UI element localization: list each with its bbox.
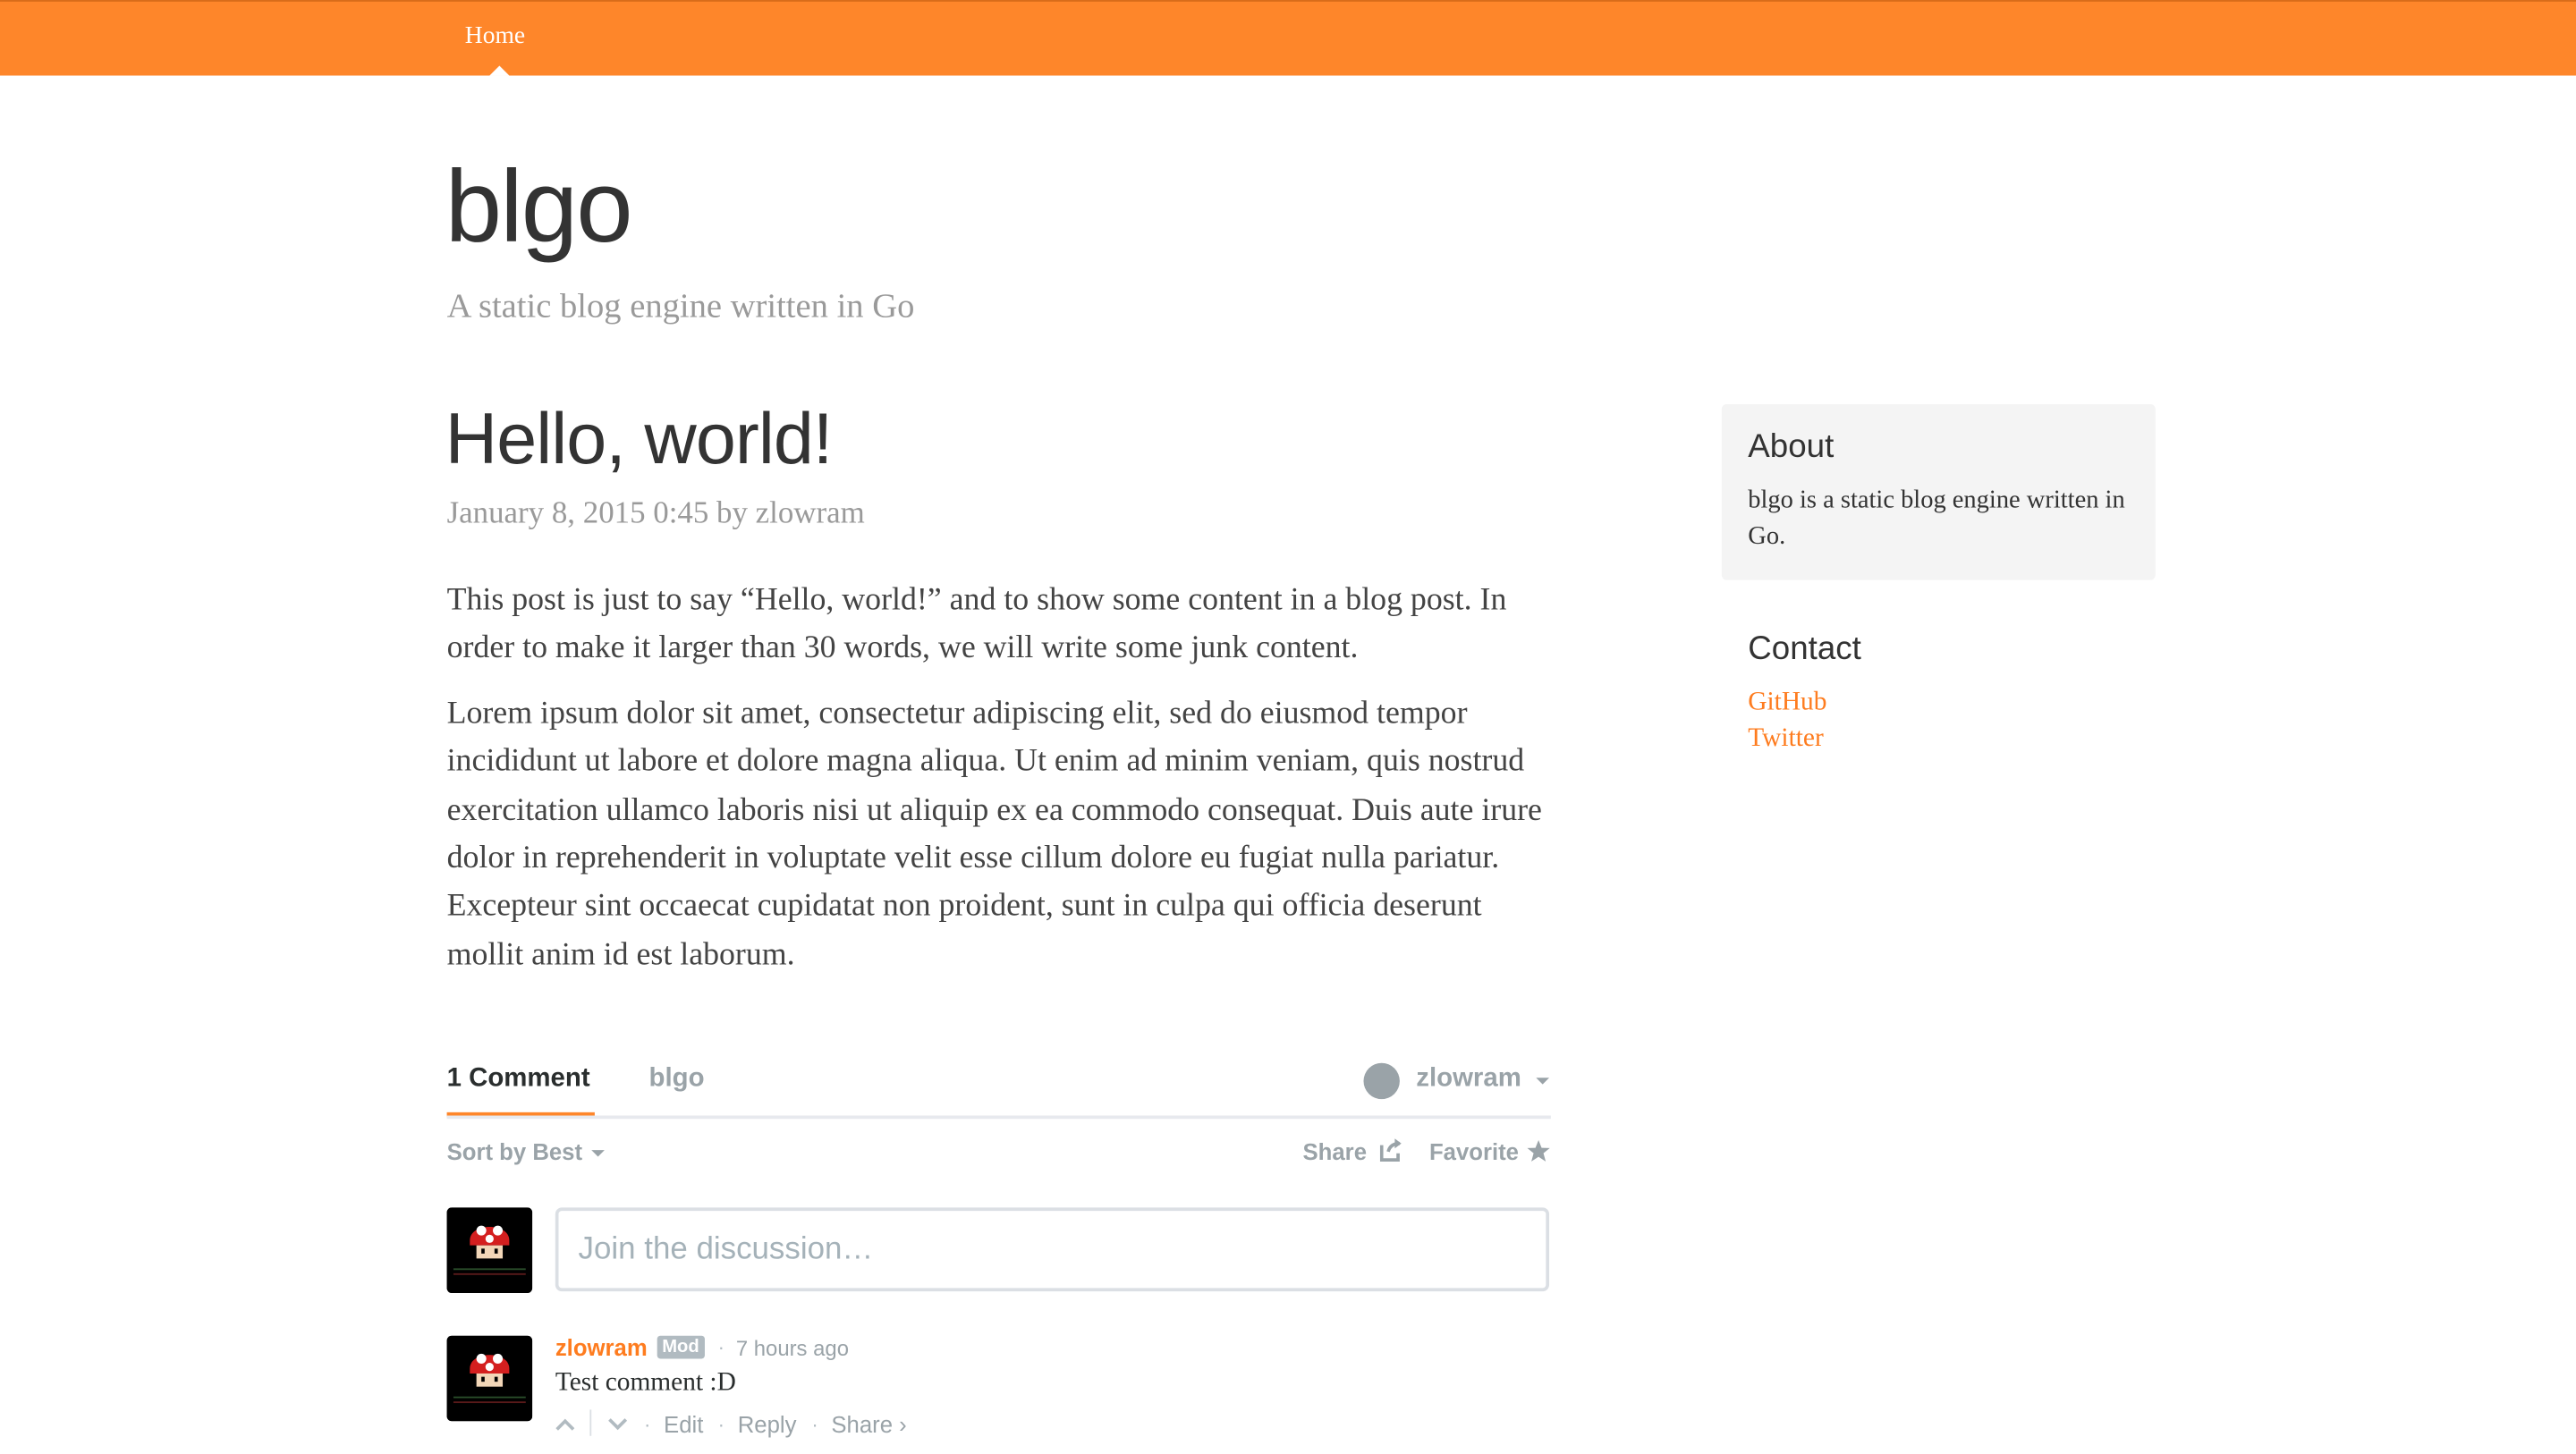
share-icon	[1379, 1138, 1402, 1162]
post-paragraph: Lorem ipsum dolor sit amet, consectetur …	[446, 697, 1542, 972]
post-meta: January 8, 2015 0:45 by zlowram	[446, 495, 865, 531]
site-title[interactable]: blgo	[445, 156, 633, 259]
sort-label: Sort by Best	[446, 1138, 583, 1165]
current-user-avatar[interactable]	[446, 1207, 533, 1293]
share-comment-button[interactable]: Share ›	[831, 1411, 906, 1437]
separator-dot: ·	[717, 1335, 724, 1359]
nav-active-caret	[489, 65, 510, 76]
chevron-down-icon	[591, 1150, 605, 1157]
separator-dot: ·	[811, 1413, 818, 1436]
edit-comment-button[interactable]: Edit	[664, 1411, 703, 1437]
post-body: This post is just to say “Hello, world!”…	[447, 577, 1551, 996]
user-menu-label: zlowram	[1416, 1064, 1521, 1093]
tab-comments[interactable]: 1 Comment	[447, 1065, 590, 1095]
comment-timestamp[interactable]: 7 hours ago	[736, 1336, 849, 1361]
share-thread-button[interactable]: Share	[1302, 1138, 1402, 1165]
user-avatar-icon	[1363, 1062, 1400, 1100]
mushroom-icon	[446, 1207, 533, 1293]
sidebar-about: About blgo is a static blog engine writt…	[1721, 403, 2156, 580]
tab-forum[interactable]: blgo	[649, 1065, 705, 1095]
separator-dot: ·	[643, 1413, 651, 1436]
separator-dot: ·	[717, 1413, 724, 1436]
comment-author-avatar[interactable]	[446, 1335, 533, 1422]
post-paragraph: This post is just to say “Hello, world!”…	[446, 583, 1507, 666]
tabs-divider	[446, 1115, 1551, 1120]
top-navbar: Home	[0, 0, 2576, 76]
downvote-icon[interactable]	[606, 1415, 630, 1434]
reply-button[interactable]: Reply	[738, 1411, 797, 1437]
share-label: Share	[1302, 1138, 1368, 1165]
post-title[interactable]: Hello, world!	[445, 400, 834, 480]
about-title: About	[1748, 428, 1835, 465]
nav-home-link[interactable]: Home	[465, 23, 525, 51]
favorite-label: Favorite	[1428, 1138, 1519, 1165]
mod-badge: Mod	[657, 1335, 705, 1359]
contact-title: Contact	[1748, 630, 1861, 667]
comment-text: Test comment :D	[555, 1368, 736, 1397]
site-tagline: A static blog engine written in Go	[446, 285, 915, 325]
user-menu[interactable]: zlowram	[1363, 1061, 1552, 1101]
github-link[interactable]: GitHub	[1748, 689, 1826, 718]
twitter-link[interactable]: Twitter	[1748, 724, 1823, 754]
comment-author[interactable]: zlowram	[555, 1334, 648, 1360]
mushroom-icon	[446, 1335, 533, 1422]
favorite-thread-button[interactable]: Favorite	[1428, 1138, 1550, 1165]
comment-input[interactable]	[555, 1207, 1550, 1292]
star-icon	[1527, 1139, 1550, 1162]
chevron-down-icon	[1536, 1078, 1550, 1085]
sort-dropdown[interactable]: Sort by Best	[446, 1138, 605, 1165]
vote-divider	[589, 1409, 592, 1436]
about-text: blgo is a static blog engine written in …	[1748, 486, 2125, 550]
upvote-icon[interactable]	[554, 1415, 577, 1434]
